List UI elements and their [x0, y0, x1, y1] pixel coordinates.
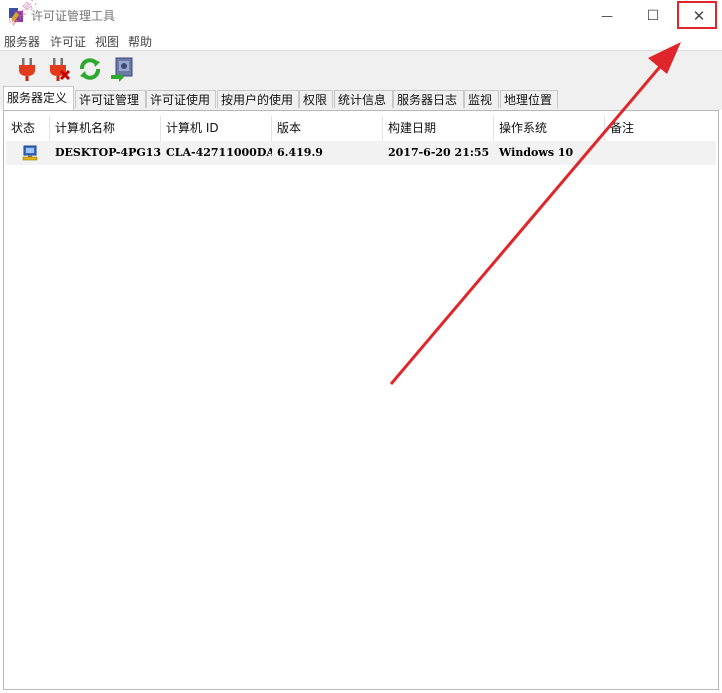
minimize-icon: —	[601, 8, 613, 23]
cell-os: Windows 10	[499, 146, 574, 159]
column-header-build-date[interactable]: 构建日期	[383, 116, 494, 141]
table-row[interactable]: DESKTOP-4PG13UB CLA-42711000DA6 6.419.9 …	[6, 141, 716, 165]
column-header-version[interactable]: 版本	[272, 116, 383, 141]
cell-computer-name: DESKTOP-4PG13UB	[55, 146, 161, 159]
disconnect-icon[interactable]	[47, 56, 71, 82]
cell-computer-id: CLA-42711000DA6	[166, 146, 272, 159]
menu-view[interactable]: 视图	[95, 33, 119, 50]
tab-statistics[interactable]: 统计信息	[334, 90, 393, 108]
window-title: 许可证管理工具	[31, 9, 116, 23]
close-highlight-box	[677, 1, 717, 29]
tab-strip: 服务器定义 许可证管理 许可证使用 按用户的使用 权限 统计信息 服务器日志 监…	[0, 86, 722, 110]
maximize-button[interactable]: ☐	[630, 0, 676, 31]
maximize-icon: ☐	[646, 7, 660, 24]
column-header-os[interactable]: 操作系统	[494, 116, 605, 141]
cell-build-date: 2017-6-20 21:55	[388, 146, 490, 159]
tab-license-usage[interactable]: 许可证使用	[146, 90, 216, 108]
column-header-computer-name[interactable]: 计算机名称	[50, 116, 161, 141]
export-icon[interactable]	[110, 56, 134, 82]
cell-version: 6.419.9	[277, 146, 323, 159]
tab-permissions[interactable]: 权限	[299, 90, 333, 108]
column-header-note[interactable]: 备注	[605, 116, 716, 141]
tab-geo-location[interactable]: 地理位置	[500, 90, 558, 108]
tab-monitor[interactable]: 监视	[464, 90, 499, 108]
tab-usage-by-user[interactable]: 按用户的使用	[217, 90, 299, 108]
connect-icon[interactable]	[15, 56, 39, 82]
column-header-status[interactable]: 状态	[6, 116, 50, 141]
tab-server-log[interactable]: 服务器日志	[393, 90, 464, 108]
tab-server-definition[interactable]: 服务器定义	[3, 86, 74, 110]
menu-bar: 服务器 许可证 视图 帮助	[0, 31, 722, 50]
computer-icon	[22, 145, 38, 161]
tab-license-management[interactable]: 许可证管理	[75, 90, 146, 108]
minimize-button[interactable]: —	[584, 0, 630, 31]
list-header: 状态 计算机名称 计算机 ID 版本 构建日期 操作系统 备注	[6, 116, 716, 141]
menu-license[interactable]: 许可证	[50, 33, 86, 50]
server-list-panel: 状态 计算机名称 计算机 ID 版本 构建日期 操作系统 备注 DESKTOP-…	[3, 110, 719, 690]
menu-server[interactable]: 服务器	[4, 33, 40, 50]
menu-help[interactable]: 帮助	[128, 33, 152, 50]
column-header-computer-id[interactable]: 计算机 ID	[161, 116, 272, 141]
title-bar: 许可证管理工具 公众号：软件安装 — ☐ ✕	[0, 0, 722, 31]
cell-note	[605, 141, 716, 165]
toolbar	[0, 50, 722, 87]
refresh-icon[interactable]	[78, 56, 102, 82]
